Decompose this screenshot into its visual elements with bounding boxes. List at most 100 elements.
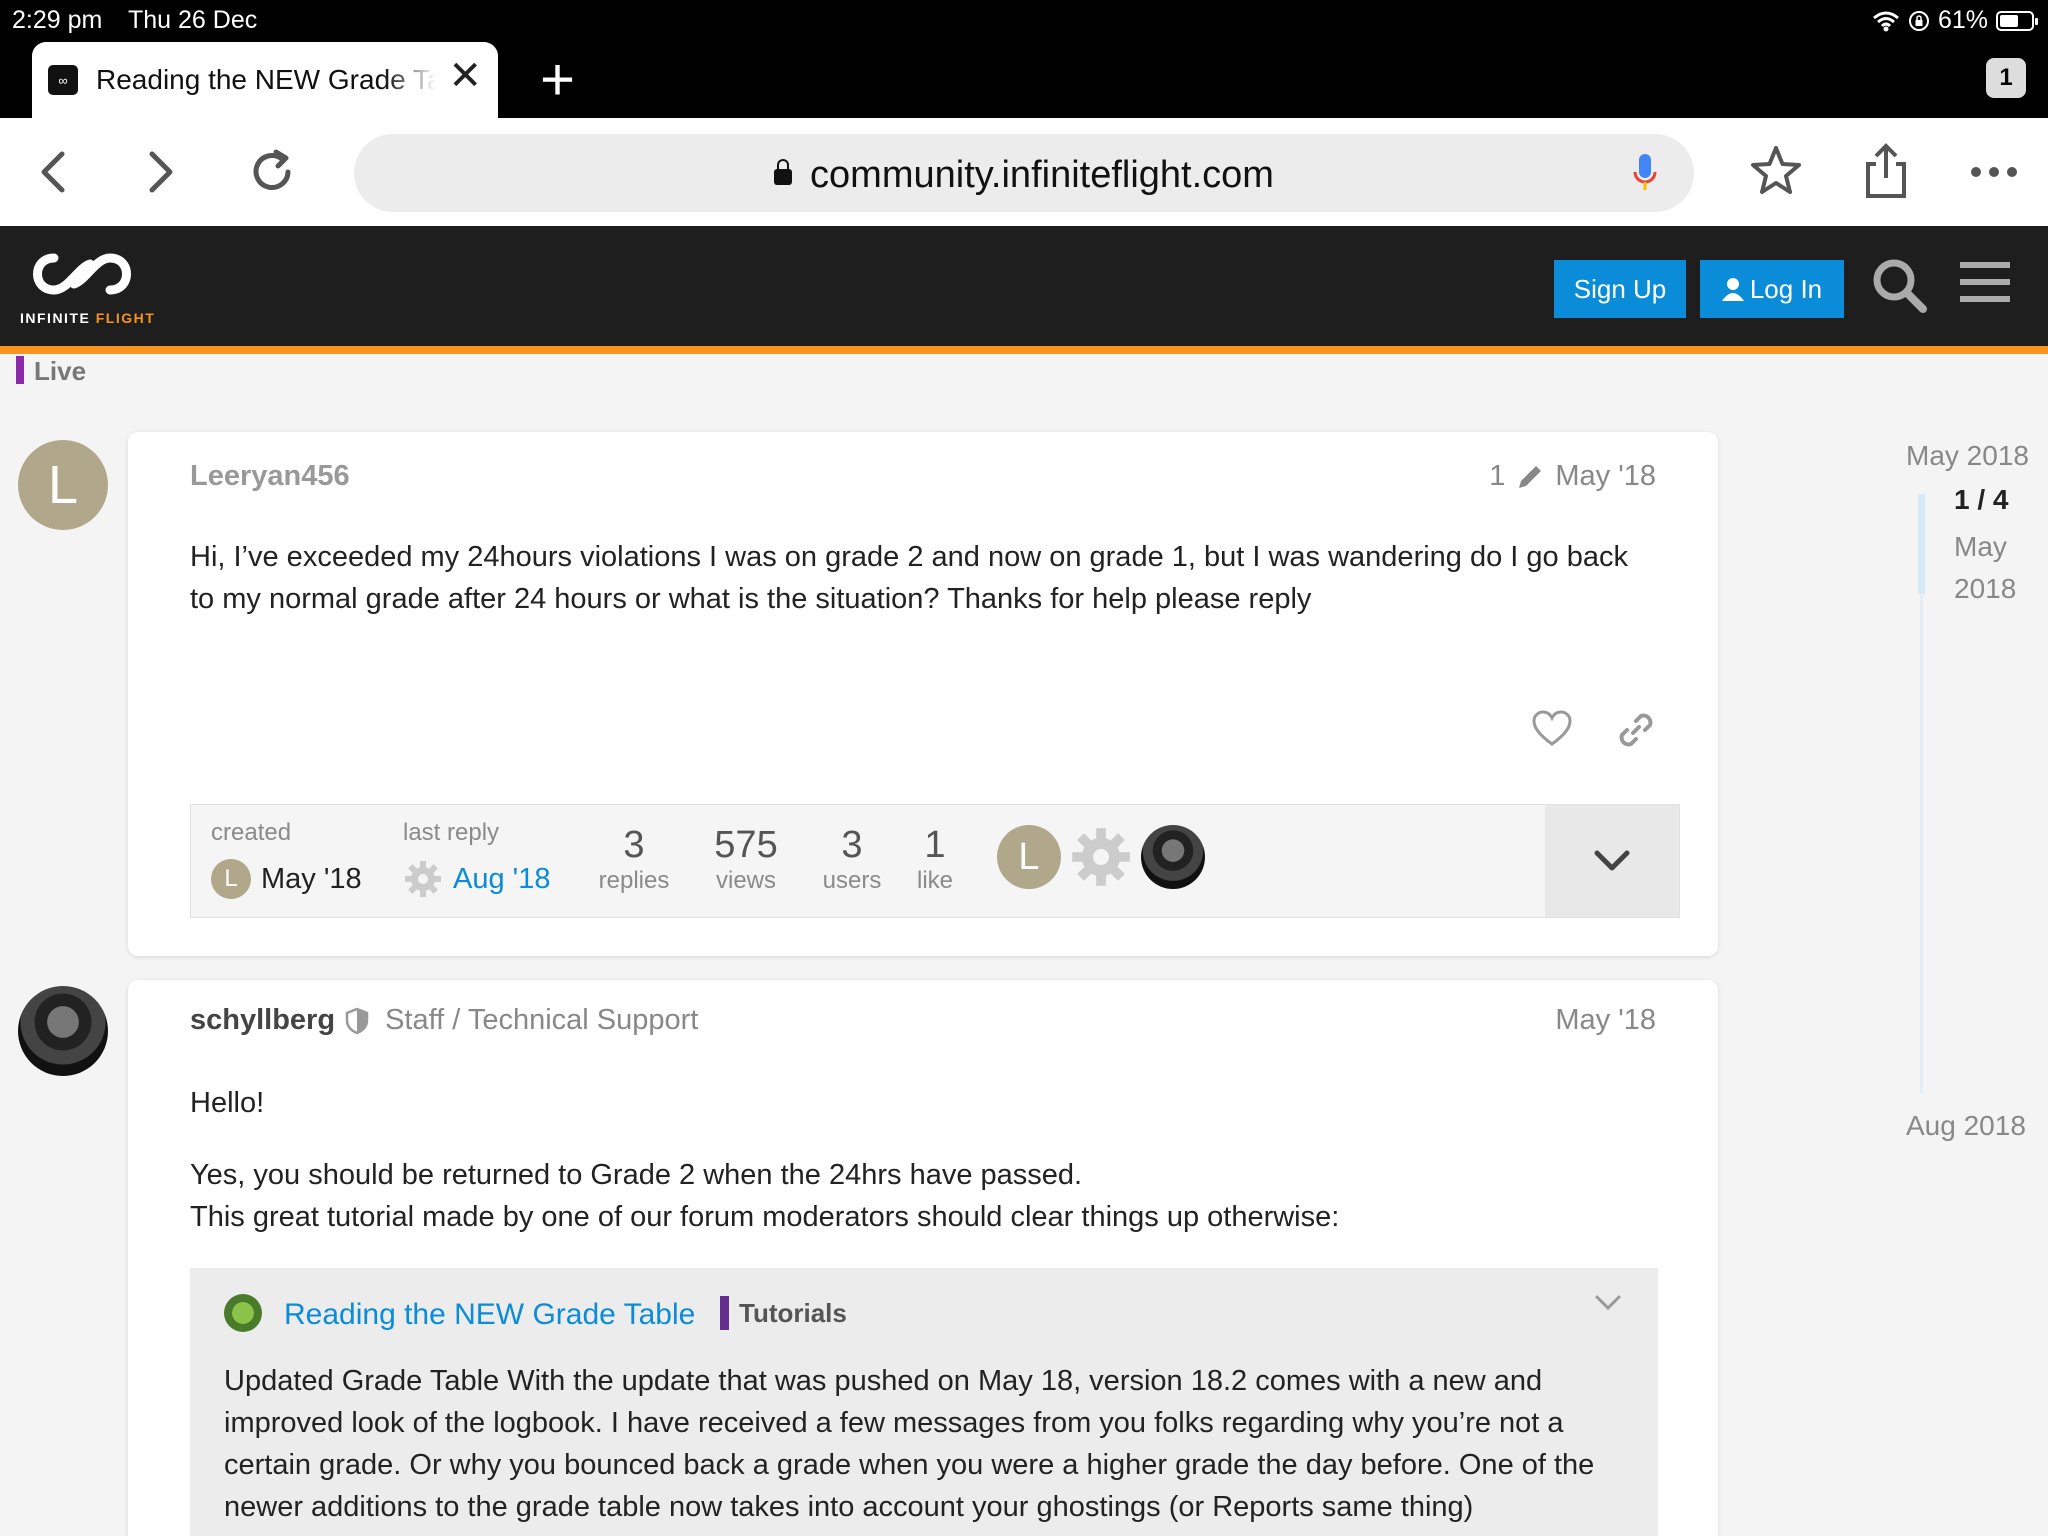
post-body: Hi, I’ve exceeded my 24hours violations … bbox=[190, 541, 1628, 615]
logo-text-flight: FLIGHT bbox=[95, 310, 156, 326]
views-stat: 575 views bbox=[701, 823, 791, 895]
log-in-label: Log In bbox=[1749, 273, 1823, 304]
status-bar: 2:29 pm Thu 26 Dec 61% bbox=[0, 0, 2048, 40]
replies-stat: 3 replies bbox=[589, 823, 679, 895]
post-username[interactable]: schyllberg bbox=[190, 1004, 335, 1037]
timeline-start-date[interactable]: May 2018 bbox=[1906, 440, 2029, 472]
reload-icon[interactable] bbox=[240, 140, 304, 204]
post-line: This great tutorial made by one of our f… bbox=[190, 1201, 1340, 1233]
orientation-lock-icon bbox=[1908, 10, 1929, 31]
timeline-current-month: May bbox=[1954, 531, 2007, 562]
logo-text: INFINITE FLIGHT bbox=[20, 310, 155, 326]
post-card: Leeryan456 1 May '18 Hi, I’ve exceeded m… bbox=[128, 432, 1718, 956]
browser-tab[interactable]: ∞ Reading the NEW Grade Table ✕ bbox=[32, 42, 498, 118]
avatar[interactable] bbox=[18, 986, 108, 1076]
url-text: community.infiniteflight.com bbox=[810, 154, 1274, 196]
heart-icon[interactable] bbox=[1532, 710, 1572, 748]
search-icon[interactable] bbox=[1870, 256, 1928, 314]
linked-topic-quote: Reading the NEW Grade Table Tutorials Up… bbox=[190, 1268, 1658, 1536]
last-reply-value: Aug '18 bbox=[403, 859, 550, 899]
browser-toolbar: community.infiniteflight.com bbox=[0, 118, 2048, 226]
more-icon[interactable] bbox=[1962, 140, 2026, 204]
timeline-current-date: May 2018 bbox=[1954, 526, 2034, 610]
created-label: created bbox=[211, 819, 292, 846]
new-tab-icon[interactable]: + bbox=[540, 50, 575, 110]
pencil-icon[interactable] bbox=[1515, 462, 1545, 492]
post-meta: 1 May '18 bbox=[1489, 460, 1656, 493]
close-tab-icon[interactable]: ✕ bbox=[448, 56, 482, 96]
timeline-end-date[interactable]: Aug 2018 bbox=[1906, 1110, 2026, 1142]
lock-icon bbox=[774, 159, 793, 185]
microphone-icon[interactable] bbox=[1632, 152, 1658, 194]
last-reply-label: last reply bbox=[403, 819, 500, 846]
hamburger-menu-icon[interactable] bbox=[1960, 260, 2010, 304]
sign-up-button[interactable]: Sign Up bbox=[1554, 260, 1686, 318]
likes-count: 1 bbox=[924, 824, 946, 866]
address-bar[interactable]: community.infiniteflight.com bbox=[354, 134, 1694, 212]
post-greeting: Hello! bbox=[190, 1087, 265, 1119]
avatar[interactable] bbox=[224, 1294, 262, 1332]
likes-label: like bbox=[916, 867, 953, 894]
replies-label: replies bbox=[598, 867, 670, 894]
header-accent-bar bbox=[0, 346, 2048, 354]
users-count: 3 bbox=[841, 824, 863, 866]
created-value: L May '18 bbox=[211, 859, 362, 899]
category-badge[interactable]: Live bbox=[16, 356, 86, 384]
last-reply-date[interactable]: Aug '18 bbox=[453, 863, 550, 896]
topic-map: created L May '18 last reply Aug '18 3 r… bbox=[190, 804, 1680, 918]
back-icon[interactable] bbox=[22, 140, 86, 204]
tab-title: Reading the NEW Grade Table bbox=[96, 64, 436, 95]
avatar[interactable]: L bbox=[997, 825, 1061, 889]
url-display: community.infiniteflight.com bbox=[354, 154, 1694, 197]
gear-icon[interactable] bbox=[403, 859, 443, 899]
post-date[interactable]: May '18 bbox=[1555, 460, 1656, 493]
users-stat: 3 users bbox=[807, 823, 897, 895]
tab-strip: ∞ Reading the NEW Grade Table ✕ + 1 bbox=[0, 40, 2048, 118]
user-title: Staff / Technical Support bbox=[385, 1004, 699, 1036]
logo-text-infinite: INFINITE bbox=[20, 310, 91, 326]
log-in-button[interactable]: Log In bbox=[1700, 260, 1844, 318]
site-header: INFINITE FLIGHT Sign Up Log In bbox=[0, 226, 2048, 346]
post-author: schyllberg Staff / Technical Support bbox=[190, 1004, 698, 1037]
favicon-icon: ∞ bbox=[48, 65, 78, 95]
likes-stat: 1 like bbox=[905, 823, 965, 895]
chevron-down-icon[interactable] bbox=[1594, 1294, 1622, 1312]
infinite-flight-logo-icon[interactable] bbox=[20, 244, 144, 304]
user-icon bbox=[1721, 278, 1744, 301]
gear-icon[interactable] bbox=[1069, 825, 1133, 889]
linked-topic-title[interactable]: Reading the NEW Grade Table bbox=[284, 1298, 695, 1332]
created-date: May '18 bbox=[261, 862, 362, 895]
post-date[interactable]: May '18 bbox=[1555, 1004, 1656, 1037]
timeline-handle[interactable] bbox=[1918, 494, 1925, 594]
battery-icon bbox=[1996, 10, 2038, 31]
users-label: users bbox=[822, 867, 882, 894]
status-time: 2:29 pm bbox=[12, 6, 103, 34]
avatar[interactable]: L bbox=[211, 859, 251, 899]
timeline-current-year: 2018 bbox=[1954, 573, 2017, 604]
edit-count[interactable]: 1 bbox=[1489, 460, 1505, 493]
shield-icon bbox=[345, 1007, 369, 1034]
bookmark-star-icon[interactable] bbox=[1744, 140, 1808, 204]
tab-count-button[interactable]: 1 bbox=[1986, 58, 2026, 98]
timeline-position: 1 / 4 bbox=[1954, 484, 2009, 515]
post-username[interactable]: Leeryan456 bbox=[190, 460, 350, 493]
expand-topic-map-button[interactable] bbox=[1545, 805, 1679, 917]
wifi-icon bbox=[1872, 11, 1899, 31]
battery-percent: 61% bbox=[1937, 6, 1988, 34]
link-icon[interactable] bbox=[1616, 710, 1656, 750]
avatar[interactable] bbox=[1141, 825, 1205, 889]
views-label: views bbox=[715, 867, 776, 894]
linked-topic-category[interactable]: Tutorials bbox=[720, 1296, 847, 1330]
avatar[interactable]: L bbox=[18, 440, 108, 530]
post-line: Yes, you should be returned to Grade 2 w… bbox=[190, 1159, 1083, 1191]
share-icon[interactable] bbox=[1854, 140, 1918, 204]
chevron-down-icon bbox=[1594, 850, 1630, 871]
linked-topic-excerpt: Updated Grade Table With the update that… bbox=[224, 1365, 1595, 1523]
participants: L bbox=[997, 825, 1205, 889]
forward-icon[interactable] bbox=[128, 140, 192, 204]
views-count: 575 bbox=[714, 824, 778, 866]
topic-timeline: May 2018 1 / 4 May 2018 Aug 2018 bbox=[1880, 440, 2048, 1160]
post-card: schyllberg Staff / Technical Support May… bbox=[128, 980, 1718, 1536]
status-date: Thu 26 Dec bbox=[128, 6, 258, 34]
replies-count: 3 bbox=[623, 824, 645, 866]
